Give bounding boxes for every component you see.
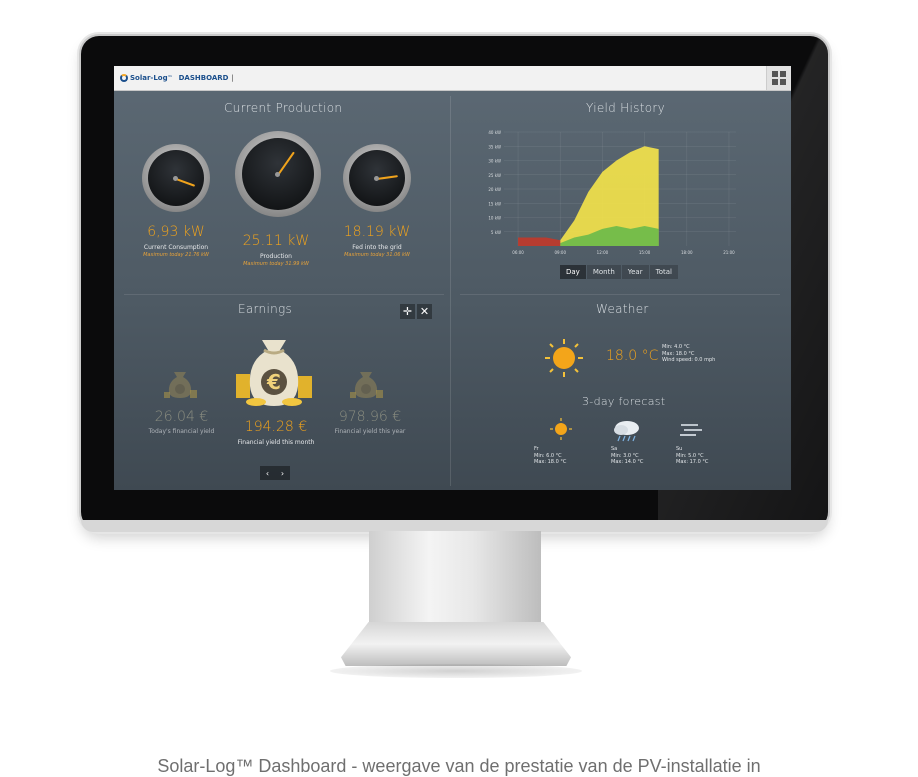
earnings-pager: ‹ › (260, 466, 290, 480)
weather-title: Weather (596, 302, 649, 316)
sun-icon (545, 339, 583, 377)
logo-tm: ™ (167, 75, 173, 81)
fog-icon (680, 424, 702, 436)
consumption-max: Maximum today 21.76 kW (143, 252, 209, 258)
money-bag-year-icon (350, 372, 383, 398)
right-row-divider (460, 294, 780, 295)
grid-feed-label: Fed into the grid (352, 244, 402, 251)
logo-text: Solar-Log (130, 74, 168, 82)
forecast-day-2-max: Max: 14.0 °C (611, 459, 644, 465)
forecast-title: 3-day forecast (582, 395, 666, 408)
year-earnings-label: Financial yield this year (334, 428, 406, 435)
y-tick-label: 35 kW (488, 144, 501, 149)
consumption-gauge (142, 144, 210, 212)
x-tick-label: 09:00 (554, 250, 566, 255)
y-tick-label: 20 kW (488, 187, 501, 192)
forecast-day-2: Sa Min: 3.0 °C Max: 14.0 °C (611, 446, 643, 466)
forecast-day-1-max: Max: 18.0 °C (534, 459, 567, 465)
x-tick-label: 15:00 (639, 250, 651, 255)
image-caption: Solar-Log™ Dashboard - weergave van de p… (157, 756, 761, 776)
tab-month[interactable]: Month (586, 265, 621, 279)
y-tick-label: 25 kW (488, 173, 501, 178)
title-separator: | (231, 74, 234, 82)
svg-text:€: € (266, 370, 281, 394)
pager-next-icon[interactable]: › (281, 469, 284, 478)
forecast-day-3: Su Min: 5.0 °C Max: 17.0 °C (676, 446, 708, 466)
y-tick-label: 40 kW (488, 130, 501, 135)
x-tick-label: 06:00 (512, 250, 524, 255)
production-value: 25.11 kW (242, 233, 310, 249)
x-tick-label: 12:00 (597, 250, 609, 255)
move-widget-icon[interactable]: ✛ (400, 304, 415, 319)
x-tick-label: 21:00 (723, 250, 735, 255)
consumption-value: 6,93 kW (147, 224, 205, 240)
yield-series-area-3 (518, 237, 561, 246)
dashboard-label: DASHBOARD (178, 74, 229, 82)
grid-menu-icon[interactable] (766, 66, 791, 90)
forecast-day-3-max: Max: 17.0 °C (676, 459, 709, 465)
y-tick-label: 30 kW (488, 159, 501, 164)
y-tick-label: 15 kW (488, 201, 501, 206)
close-widget-icon[interactable]: ✕ (417, 304, 432, 319)
forecast-sun-icon (550, 418, 572, 440)
production-gauge (235, 131, 321, 217)
pager-prev-icon[interactable]: ‹ (266, 469, 269, 478)
month-earnings-label: Financial yield this month (237, 439, 315, 446)
weather-wind: Wind speed: 0.0 mph (662, 357, 716, 363)
money-bag-large-icon: € (236, 340, 312, 406)
tab-day[interactable]: Day (560, 265, 586, 279)
y-tick-label: 5 kW (491, 230, 501, 235)
solar-log-logo[interactable]: Solar-Log ™ (120, 74, 173, 82)
grid-feed-gauge (343, 144, 411, 212)
y-tick-label: 10 kW (488, 216, 501, 221)
logo-sun-icon (120, 74, 128, 82)
stand-shadow (330, 664, 582, 678)
forecast-day-1: Fr Min: 6.0 °C Max: 18.0 °C (534, 446, 566, 466)
production-label: Production (260, 253, 292, 260)
tab-year[interactable]: Year (621, 265, 649, 279)
monitor-stand-neck (369, 531, 541, 627)
production-title: Current Production (224, 101, 343, 115)
month-earnings-value: 194.28 € (244, 419, 308, 435)
earnings-title: Earnings (238, 302, 293, 316)
weather-details: Min: 4.0 °C Max: 18.0 °C Wind speed: 0.0… (662, 344, 715, 364)
monitor-stand-base (341, 622, 571, 666)
column-divider (450, 96, 451, 486)
rain-cloud-icon (614, 421, 639, 442)
yield-chart: 40 kW 35 kW 30 kW 25 kW 20 kW 15 kW 10 kW 5 kW 0… (488, 130, 736, 255)
top-bar: Solar-Log ™ DASHBOARD | (114, 66, 791, 91)
current-temperature: 18.0 °C (606, 348, 659, 364)
yield-tabs: Day Month Year Total (560, 265, 679, 279)
today-earnings-value: 26.04 € (154, 409, 209, 425)
year-earnings-value: 978.96 € (338, 409, 402, 425)
tab-total[interactable]: Total (649, 265, 678, 279)
today-earnings-label: Today's financial yield (148, 428, 215, 435)
production-max: Maximum today 31.99 kW (243, 261, 309, 267)
money-bag-small-icon (164, 372, 197, 398)
x-tick-label: 18:00 (681, 250, 693, 255)
left-row-divider (124, 294, 444, 295)
dashboard-screen: Solar-Log ™ DASHBOARD | Current Productio… (114, 66, 791, 490)
yield-title: Yield History (586, 101, 665, 115)
grid-feed-value: 18.19 kW (343, 224, 411, 240)
consumption-label: Current Consumption (143, 244, 209, 251)
grid-feed-max: Maximum today 31.06 kW (344, 252, 410, 258)
